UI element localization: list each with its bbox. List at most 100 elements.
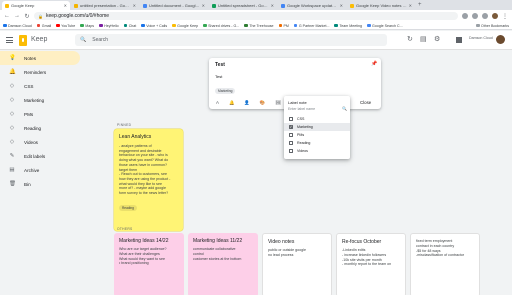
sidebar-item-marketing[interactable]: ◇ Marketing [0, 93, 80, 107]
extension-icon[interactable] [472, 13, 478, 19]
bookmark-item[interactable]: HeyHello [99, 24, 119, 28]
note-label-chip[interactable]: Reading [119, 204, 137, 211]
browser-tab[interactable]: Google Keep Video notes - Go...✕ [347, 1, 415, 10]
pin-icon[interactable]: 📌 [371, 61, 377, 67]
search-icon: 🔍 [342, 106, 347, 111]
account-avatar[interactable] [496, 35, 505, 44]
bookmark-item[interactable]: Maps [80, 24, 94, 28]
bookmark-item[interactable]: The Treehouse [244, 23, 274, 28]
close-tab-icon[interactable]: ✕ [340, 3, 343, 8]
note-card-lean-analytics[interactable]: Lean Analytics - analyze patterns of eng… [114, 129, 183, 231]
label-option[interactable]: Reading [284, 139, 350, 147]
bookmark-item[interactable]: YouTube [56, 24, 75, 28]
search-icon[interactable]: 🔍 [80, 37, 86, 43]
back-icon[interactable]: ← [4, 13, 10, 19]
bookmark-item[interactable]: Google Search C... [367, 24, 403, 28]
apps-grid-icon[interactable] [456, 37, 462, 43]
reload-icon[interactable]: ↻ [24, 13, 30, 20]
bookmark-item[interactable]: Google Keep [172, 24, 198, 28]
account-label[interactable]: Damson Cloud [469, 36, 493, 40]
palette-icon[interactable]: 🎨 [260, 100, 265, 106]
list-view-icon[interactable]: ▤ [420, 36, 427, 44]
pinned-section-label: PINNED [117, 123, 132, 127]
bookmark-item[interactable]: Team Meeting [334, 24, 362, 28]
sidebar-item-css[interactable]: ◇ CSS [0, 79, 80, 93]
keep-logo-icon [19, 35, 27, 46]
sidebar-item-pms[interactable]: ◇ PMs [0, 107, 80, 121]
checkbox[interactable]: ✓ [289, 125, 293, 129]
note-body-field[interactable]: Test [215, 74, 222, 79]
note-body: Who are our target audience? What are th… [119, 247, 179, 266]
note-card[interactable]: Video notes public or outside google no … [262, 233, 332, 295]
checkbox[interactable] [289, 149, 293, 153]
bookmark-item[interactable]: PM [278, 24, 289, 28]
note-line: no lead process [268, 252, 294, 257]
new-tab-button[interactable]: + [418, 1, 422, 10]
label-option[interactable]: CSS [284, 115, 350, 123]
sidebar-item-bin[interactable]: 🗑 Bin [0, 177, 80, 191]
settings-gear-icon[interactable]: ⚙ [434, 36, 440, 44]
browser-tab[interactable]: Untitled spreadsheet - Google S...✕ [209, 1, 277, 10]
maps-icon [80, 23, 84, 28]
bookmark-item[interactable]: Voice + Calls [141, 24, 167, 28]
extension-icon[interactable] [482, 13, 488, 19]
label-option[interactable]: ✓ Marketing [284, 123, 350, 131]
collaborator-icon[interactable]: 👤 [244, 100, 249, 106]
note-card[interactable]: fixed term employment contract in each c… [410, 233, 480, 295]
app-title: Keep [31, 36, 48, 43]
sidebar-item-reading[interactable]: ◇ Reading [0, 121, 80, 135]
forward-icon[interactable]: → [14, 13, 20, 19]
close-button[interactable]: Close [360, 100, 371, 105]
sidebar-item-archive[interactable]: ▤ Archive [0, 163, 80, 177]
bookmark-item[interactable]: Chat [123, 23, 136, 28]
extension-icon[interactable] [462, 13, 468, 19]
close-tab-icon[interactable]: ✕ [133, 3, 136, 8]
format-icon[interactable]: A [216, 100, 219, 106]
refresh-icon[interactable]: ↻ [407, 36, 413, 44]
note-label-chip[interactable]: Marketing [215, 88, 236, 94]
close-tab-icon[interactable]: ✕ [202, 3, 205, 8]
label-option-text: Marketing [297, 125, 313, 129]
close-tab-icon[interactable]: ✕ [409, 3, 412, 8]
bookmark-label: YouTube [61, 23, 76, 28]
note-title-field[interactable]: Test [215, 62, 225, 68]
checkbox[interactable] [289, 117, 293, 121]
note-card[interactable]: Marketing Ideas 11/22 communicate collab… [188, 233, 258, 295]
label-option[interactable]: Videos [284, 147, 350, 155]
label-name-input[interactable]: Enter label name [288, 107, 315, 111]
browser-tab[interactable]: Untitled document - Google Do...✕ [140, 1, 208, 10]
bookmark-item[interactable]: Gmail [36, 24, 51, 28]
sidebar-item-videos[interactable]: ◇ Videos [0, 135, 80, 149]
bookmark-item[interactable]: Damson Cloud [3, 24, 32, 28]
checkbox[interactable] [289, 133, 293, 137]
browser-tab-label: Untitled spreadsheet - Google S... [218, 3, 269, 8]
note-card[interactable]: Marketing Ideas 14/22 Who are our target… [114, 233, 184, 295]
browser-tab[interactable]: Google Keep ✕ [2, 1, 70, 10]
bookmark-item[interactable]: G Partner Market... [293, 24, 329, 28]
browser-tab[interactable]: untitled presentation - Google Sl...✕ [71, 1, 139, 10]
sidebar-item-reminders[interactable]: 🔔 Reminders [0, 65, 80, 79]
sidebar-item-edit-labels[interactable]: ✎ Edit labels [0, 149, 80, 163]
chat-icon [123, 23, 128, 28]
remind-me-icon[interactable]: 🔔 [229, 100, 234, 106]
browser-tab[interactable]: Google Workspace updates fe...✕ [278, 1, 346, 10]
note-title: Re-focus October [342, 239, 382, 245]
search-input[interactable]: 🔍 Search [75, 34, 387, 46]
sidebar-item-label: PMs [24, 111, 34, 117]
close-tab-icon[interactable]: ✕ [64, 3, 67, 8]
other-bookmarks[interactable]: Other Bookmarks [476, 24, 509, 28]
bookmark-item[interactable]: Shared drives - G... [203, 24, 239, 28]
label-option[interactable]: PMs [284, 131, 350, 139]
sidebar-item-notes[interactable]: 💡 Notes [0, 51, 80, 65]
browser-menu-icon[interactable]: ⋮ [502, 13, 508, 20]
checkbox[interactable] [289, 141, 293, 145]
address-bar[interactable]: 🔒 keep.google.com/u/0/#home [34, 12, 458, 20]
profile-avatar-icon[interactable] [492, 13, 498, 19]
add-image-icon[interactable]: 🖼 [275, 100, 281, 106]
note-card[interactable]: Re-focus October -LinkedIn edits - incre… [336, 233, 406, 295]
google-icon [367, 23, 371, 28]
main-menu-icon[interactable] [6, 37, 13, 43]
close-tab-icon[interactable]: ✕ [271, 3, 274, 8]
bookmark-label: Voice + Calls [146, 23, 168, 28]
bookmark-icon [244, 23, 248, 28]
